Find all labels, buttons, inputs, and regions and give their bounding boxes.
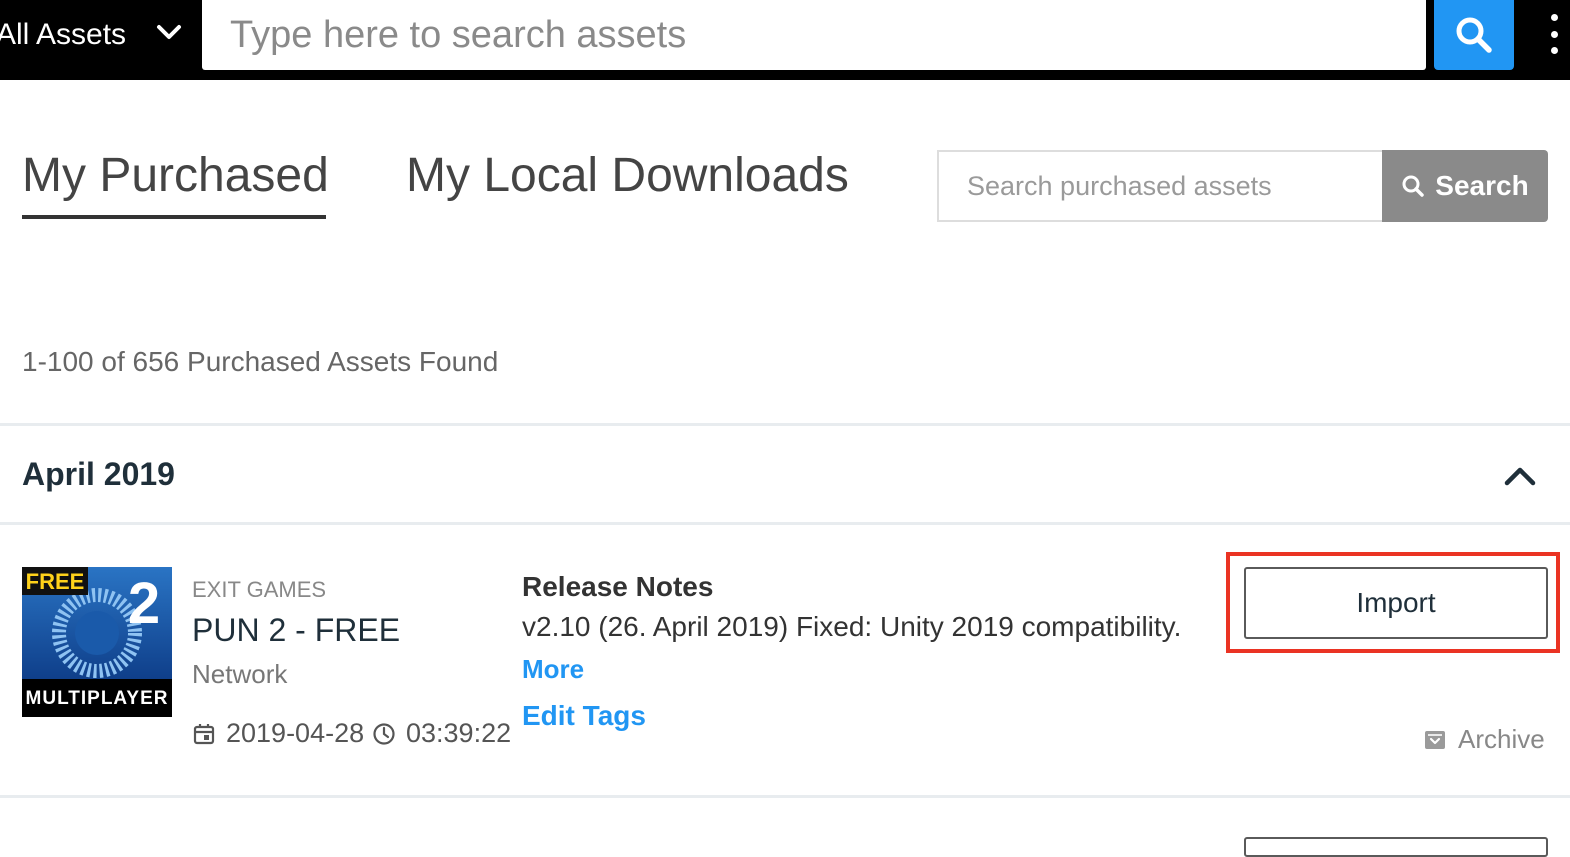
- chevron-down-icon: [157, 25, 181, 39]
- purchase-time-value: 03:39:22: [406, 718, 512, 748]
- asset-thumbnail[interactable]: FREE 2 MULTIPLAYER: [22, 567, 172, 717]
- archive-label: Archive: [1458, 724, 1545, 754]
- more-link[interactable]: More: [522, 654, 584, 685]
- next-import-button[interactable]: [1244, 837, 1548, 857]
- group-header-title: April 2019: [22, 456, 175, 492]
- svg-text:FREE: FREE: [26, 569, 85, 594]
- svg-text:2: 2: [128, 571, 160, 636]
- more-options-icon[interactable]: [1540, 14, 1568, 54]
- divider: [0, 795, 1570, 798]
- top-bar: All Assets: [0, 0, 1570, 80]
- release-notes-title: Release Notes: [522, 571, 714, 602]
- tab-my-purchased[interactable]: My Purchased: [22, 146, 329, 206]
- asset-name-link[interactable]: PUN 2 - FREE: [192, 612, 400, 649]
- search-icon: [1456, 17, 1492, 53]
- purchase-date-value: 2019-04-28: [226, 718, 365, 748]
- search-icon: [1402, 175, 1425, 197]
- divider: [0, 522, 1570, 525]
- purchased-search-input[interactable]: [937, 150, 1383, 222]
- active-tab-indicator: [22, 215, 326, 219]
- purchased-search-button[interactable]: Search: [1382, 150, 1548, 222]
- purchase-time: 03:39:22: [372, 718, 511, 749]
- pun2-logo-icon: FREE 2 MULTIPLAYER: [22, 567, 172, 717]
- asset-scope-label: All Assets: [0, 18, 127, 51]
- search-button-label: Search: [1435, 170, 1529, 201]
- release-notes-text: v2.10 (26. April 2019) Fixed: Unity 2019…: [522, 611, 1182, 642]
- global-search-button[interactable]: [1434, 0, 1514, 70]
- divider: [0, 423, 1570, 426]
- edit-tags-link[interactable]: Edit Tags: [522, 700, 646, 732]
- results-summary: 1-100 of 656 Purchased Assets Found: [22, 346, 499, 377]
- asset-category: Network: [192, 659, 288, 689]
- asset-publisher[interactable]: EXIT GAMES: [192, 577, 326, 603]
- purchase-date: 2019-04-28: [192, 718, 364, 749]
- import-button[interactable]: Import: [1244, 567, 1548, 639]
- archive-icon: [1425, 730, 1445, 749]
- global-search-input[interactable]: [202, 0, 1426, 70]
- clock-icon: [373, 722, 395, 745]
- chevron-up-icon[interactable]: [1500, 458, 1540, 492]
- asset-scope-dropdown[interactable]: All Assets: [0, 0, 200, 70]
- archive-button[interactable]: Archive: [1424, 724, 1545, 755]
- tab-my-local-downloads[interactable]: My Local Downloads: [406, 146, 849, 206]
- calendar-icon: [193, 723, 215, 744]
- svg-text:MULTIPLAYER: MULTIPLAYER: [26, 688, 169, 709]
